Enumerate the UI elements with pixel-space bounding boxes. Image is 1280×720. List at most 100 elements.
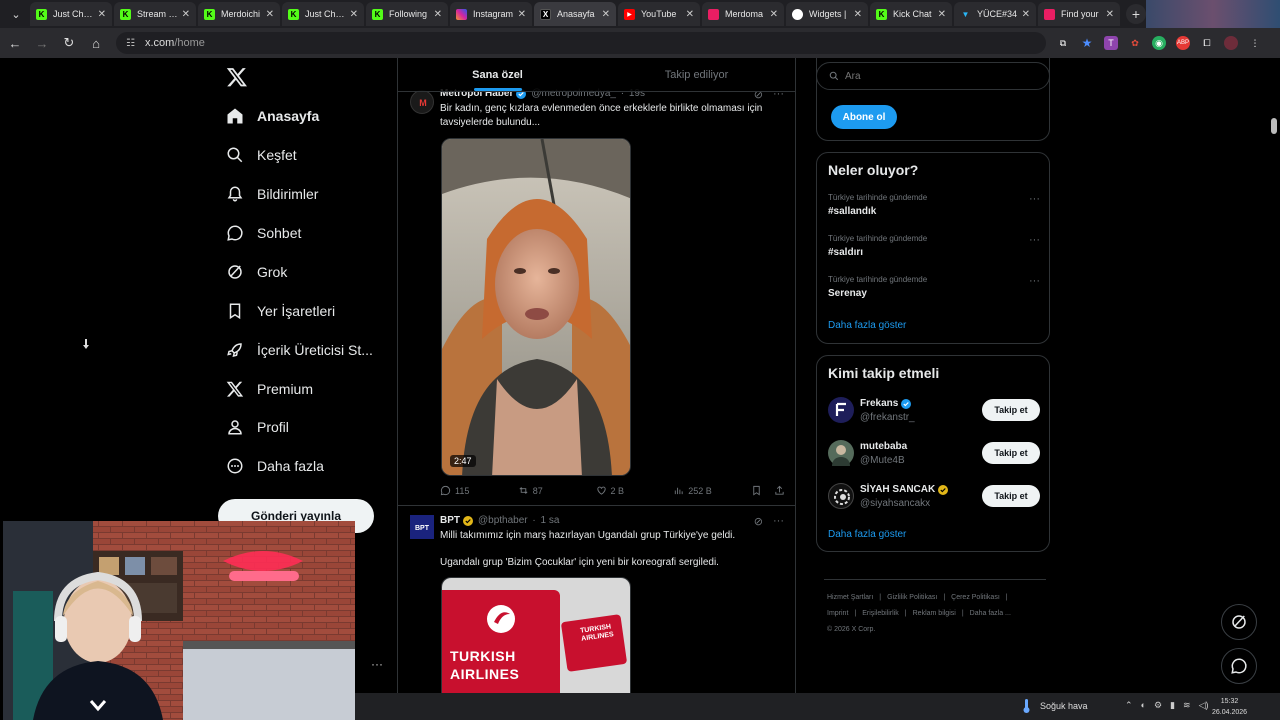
browser-menu-icon[interactable]: ⋮	[1248, 36, 1262, 50]
browser-tab[interactable]: K Following ✕	[366, 2, 448, 26]
close-icon[interactable]: ✕	[602, 9, 610, 20]
nav-item-explore[interactable]: Keşfet	[226, 142, 391, 168]
repost-button[interactable]: 87	[518, 485, 596, 496]
home-button[interactable]: ⌂	[84, 31, 108, 55]
bookmark-star-icon[interactable]: ★	[1080, 36, 1094, 50]
forward-button[interactable]: →	[30, 31, 54, 55]
trend-item[interactable]: Türkiye tarihinde gündemde Serenay ···	[828, 275, 1040, 299]
trend-item[interactable]: Türkiye tarihinde gündemde #saldırı ···	[828, 234, 1040, 258]
extension-icon[interactable]: T	[1104, 36, 1118, 50]
microphone-icon[interactable]: ▮	[1170, 700, 1175, 711]
show-more-link[interactable]: Daha fazla göster	[828, 320, 906, 331]
author-handle[interactable]: @bpthaber	[478, 515, 528, 526]
network-icon[interactable]: ◐	[1141, 700, 1146, 711]
tweet[interactable]: BPT BPT @bpthaber · 1 sa ⊘ ··· Milli tak…	[398, 506, 795, 720]
avatar[interactable]	[828, 440, 854, 466]
browser-tab[interactable]: Widgets | ✕	[786, 2, 868, 26]
avatar[interactable]	[828, 483, 854, 509]
more-icon[interactable]: ···	[773, 515, 784, 528]
page-scrollbar[interactable]	[1271, 118, 1277, 134]
grok-icon[interactable]: ⊘	[754, 515, 763, 528]
follow-button[interactable]: Takip et	[982, 399, 1040, 421]
tab-for-you[interactable]: Sana özel	[398, 58, 597, 91]
tray-overflow-icon[interactable]: ⌃	[1125, 700, 1133, 711]
close-icon[interactable]: ✕	[98, 9, 106, 20]
browser-tab[interactable]: K Stream - K ✕	[114, 2, 196, 26]
nav-item-profile[interactable]: Profil	[226, 414, 391, 440]
close-icon[interactable]: ✕	[518, 9, 526, 20]
nav-item-creator-studio[interactable]: İçerik Üreticisi St...	[226, 337, 391, 363]
more-icon[interactable]: ···	[1029, 234, 1040, 246]
avatar[interactable]: M	[410, 90, 434, 114]
show-more-link[interactable]: Daha fazla göster	[828, 529, 906, 540]
site-info-icon[interactable]: ☷	[126, 38, 135, 49]
nav-item-more[interactable]: Daha fazla	[226, 453, 391, 479]
address-bar[interactable]: ☷ x.com/home	[116, 32, 1046, 54]
close-icon[interactable]: ✕	[770, 9, 778, 20]
tweet-time[interactable]: 1 sa	[541, 515, 560, 526]
reload-button[interactable]: ↻	[57, 31, 81, 55]
close-icon[interactable]: ✕	[686, 9, 694, 20]
adblock-icon[interactable]: ABP	[1176, 36, 1190, 50]
volume-icon[interactable]: ◁)	[1199, 700, 1209, 711]
extensions-puzzle-icon[interactable]: ⧠	[1200, 36, 1214, 50]
bookmark-icon[interactable]	[751, 485, 762, 496]
subscribe-button[interactable]: Abone ol	[831, 105, 897, 129]
like-button[interactable]: 2 B	[596, 485, 674, 496]
more-icon[interactable]: ···	[1029, 275, 1040, 287]
follow-suggestion[interactable]: SİYAH SANCAK @siyahsancakx Takip et	[828, 483, 1040, 511]
follow-suggestion[interactable]: mutebaba @Mute4B Takip et	[828, 440, 1040, 468]
browser-tab[interactable]: ▼ YÜCE#34 ✕	[954, 2, 1036, 26]
messages-fab-button[interactable]	[1221, 648, 1257, 684]
author-name[interactable]: BPT	[440, 515, 460, 526]
tab-search-button[interactable]: ⌄	[4, 2, 28, 26]
follow-suggestion[interactable]: Frekans @frekanstr_ Takip et	[828, 397, 1040, 425]
nav-item-grok[interactable]: Grok	[226, 259, 391, 285]
back-button[interactable]: ←	[3, 31, 27, 55]
overlay-more-icon[interactable]: ···	[371, 657, 383, 671]
trend-item[interactable]: Türkiye tarihinde gündemde #sallandık ··…	[828, 193, 1040, 217]
avatar[interactable]: BPT	[410, 515, 434, 539]
browser-tab[interactable]: Instagram ✕	[450, 2, 532, 26]
avatar[interactable]	[828, 397, 854, 423]
close-icon[interactable]: ✕	[1022, 9, 1030, 20]
browser-tab[interactable]: Find your ✕	[1038, 2, 1120, 26]
tweet-video[interactable]: 2:47	[441, 138, 631, 476]
nav-item-notifications[interactable]: Bildirimler	[226, 181, 391, 207]
install-app-icon[interactable]: ⧉	[1056, 36, 1070, 50]
close-icon[interactable]: ✕	[182, 9, 190, 20]
close-icon[interactable]: ✕	[938, 9, 946, 20]
extension-icon[interactable]: ✿	[1128, 36, 1142, 50]
browser-tab[interactable]: K Just Chatti ✕	[30, 2, 112, 26]
close-icon[interactable]: ✕	[434, 9, 442, 20]
app-tray-icon[interactable]: ⚙	[1154, 700, 1162, 711]
weather-widget[interactable]: Soğuk hava	[1023, 699, 1088, 713]
close-icon[interactable]: ✕	[266, 9, 274, 20]
tweet[interactable]: M Metropol Haber @metropolmedya_ · 19s ⊘…	[398, 58, 795, 506]
browser-tab[interactable]: Merdoma ✕	[702, 2, 784, 26]
browser-tab-active[interactable]: X Anasayfa ✕	[534, 2, 616, 26]
x-logo-icon[interactable]	[226, 66, 248, 88]
browser-tab[interactable]: K Merdoichi ✕	[198, 2, 280, 26]
close-icon[interactable]: ✕	[350, 9, 358, 20]
nav-item-home[interactable]: Anasayfa	[226, 103, 391, 129]
browser-tab[interactable]: K Just Chatti ✕	[282, 2, 364, 26]
follow-button[interactable]: Takip et	[982, 485, 1040, 507]
views-button[interactable]: 252 B	[673, 485, 751, 496]
browser-tab[interactable]: K Kick Chat ✕	[870, 2, 952, 26]
wifi-icon[interactable]: ≋	[1183, 700, 1191, 711]
share-icon[interactable]	[774, 485, 785, 496]
nav-item-chat[interactable]: Sohbet	[226, 220, 391, 246]
more-icon[interactable]: ···	[1029, 193, 1040, 205]
close-icon[interactable]: ✕	[1106, 9, 1114, 20]
close-icon[interactable]: ✕	[854, 9, 862, 20]
tab-following[interactable]: Takip ediliyor	[597, 58, 795, 91]
clock[interactable]: 15:32 26.04.2026	[1212, 696, 1247, 718]
reply-button[interactable]: 115	[440, 485, 518, 496]
nav-item-premium[interactable]: Premium	[226, 376, 391, 402]
grok-fab-button[interactable]	[1221, 604, 1257, 640]
follow-button[interactable]: Takip et	[982, 442, 1040, 464]
new-tab-button[interactable]: +	[1126, 4, 1146, 24]
extension-icon[interactable]: ◉	[1152, 36, 1166, 50]
browser-tab[interactable]: ▶ YouTube ✕	[618, 2, 700, 26]
